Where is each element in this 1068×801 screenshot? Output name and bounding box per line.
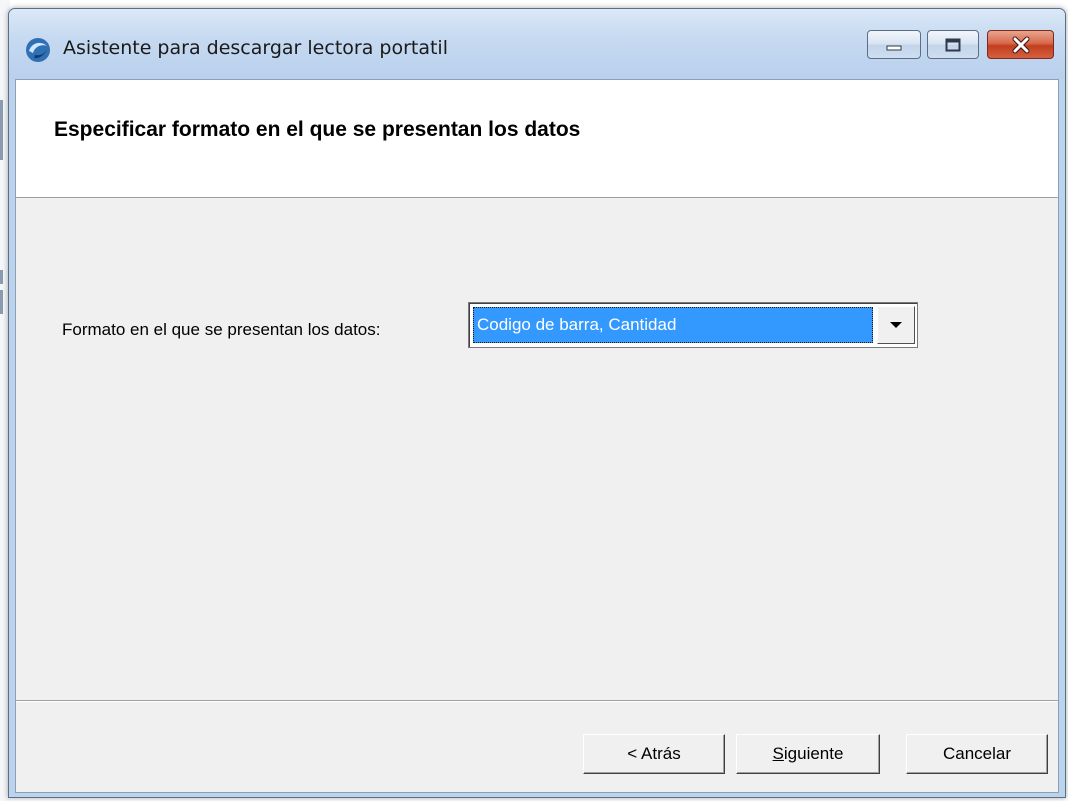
format-select-dropdown-button[interactable]: [877, 306, 915, 344]
back-button[interactable]: < Atrás: [583, 734, 725, 774]
wizard-client-area: Especificar formato en el que se present…: [15, 79, 1059, 793]
background-edge-mark: [0, 100, 3, 160]
close-icon: [1012, 36, 1029, 53]
minimize-button[interactable]: [867, 30, 921, 59]
close-button[interactable]: [987, 30, 1054, 59]
next-button[interactable]: Siguiente: [736, 734, 880, 774]
format-select-value[interactable]: Codigo de barra, Cantidad: [473, 307, 873, 343]
window-title: Asistente para descargar lectora portati…: [63, 37, 448, 59]
app-logo-icon: [26, 38, 50, 62]
background-edge-mark: [0, 290, 3, 314]
title-bar[interactable]: Asistente para descargar lectora portati…: [9, 9, 1065, 79]
next-label: iguiente: [783, 744, 844, 763]
wizard-header-panel: Especificar formato en el que se present…: [16, 80, 1058, 198]
cancel-button[interactable]: Cancelar: [906, 734, 1048, 774]
minimize-icon: [886, 45, 902, 50]
background-edge-mark: [0, 270, 3, 284]
wizard-window: Asistente para descargar lectora portati…: [8, 8, 1066, 798]
footer-divider: [16, 700, 1058, 702]
format-select[interactable]: Codigo de barra, Cantidad: [468, 302, 918, 348]
maximize-button[interactable]: [927, 30, 979, 59]
dropdown-arrow-icon: [890, 322, 902, 328]
page-title: Especificar formato en el que se present…: [54, 118, 581, 141]
format-label: Formato en el que se presentan los datos…: [62, 320, 381, 339]
next-mnemonic: S: [772, 744, 784, 763]
maximize-icon: [945, 38, 961, 51]
